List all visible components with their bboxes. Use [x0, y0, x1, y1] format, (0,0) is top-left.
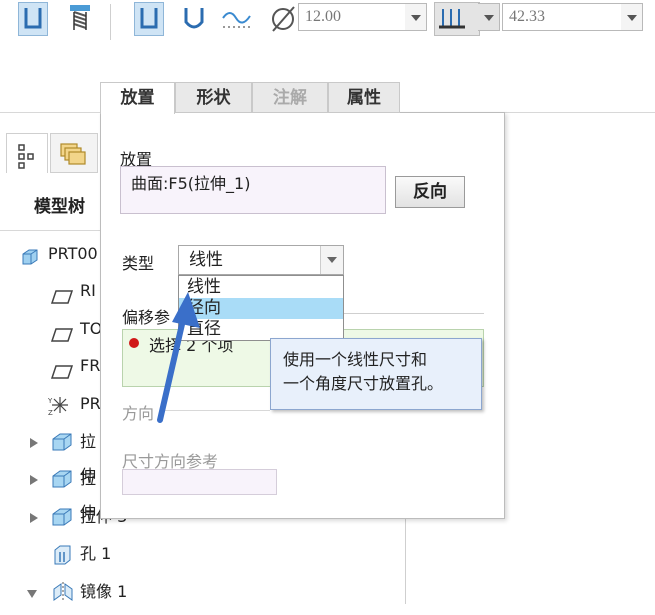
tab-shape[interactable]: 形状 [175, 82, 252, 113]
type-select[interactable]: 线性 [178, 245, 344, 275]
svg-text:Z: Z [48, 409, 53, 416]
depth-dropdown[interactable] [621, 3, 643, 31]
tab-properties[interactable]: 属性 [328, 82, 400, 113]
flip-button[interactable]: 反向 [395, 176, 465, 208]
tree-item-hole-1[interactable]: 孔 1 [0, 537, 160, 571]
csys-icon: YZ [47, 394, 72, 428]
diameter-input[interactable]: 12.00 [298, 3, 406, 31]
sketch-hole-icon[interactable] [220, 2, 251, 36]
chevron-down-icon[interactable] [320, 246, 343, 274]
expand-arrow-icon[interactable] [30, 438, 38, 448]
placement-reference-collector[interactable]: 曲面:F5(拉伸_1) [120, 166, 386, 214]
hole-icon [52, 544, 74, 578]
tree-item-root[interactable]: PRT00 [0, 237, 100, 271]
svg-text:Y: Y [48, 397, 53, 405]
divider [0, 230, 100, 231]
depth-option-dropdown[interactable] [478, 3, 500, 31]
tab-placement[interactable]: 放置 [100, 82, 175, 114]
depth-icon[interactable] [434, 2, 480, 36]
expand-arrow-icon[interactable] [30, 475, 38, 485]
extrude-icon [50, 431, 74, 465]
model-tree-tab-label: 模型树 [34, 197, 85, 217]
tree-item-extrude-1[interactable]: 拉伸 [0, 425, 100, 485]
layer-tree-tab-icon[interactable] [50, 133, 98, 173]
tree-item-extrude-2[interactable]: 拉伸 [0, 462, 100, 522]
type-tooltip: 使用一个线性尺寸和 一个角度尺寸放置孔。 [270, 338, 482, 410]
tree-item-csys[interactable]: YZ PR [0, 387, 101, 421]
surface-reference-value: 曲面:F5(拉伸_1) [131, 174, 251, 193]
mirror-icon [50, 581, 76, 615]
model-tree-tab-icon[interactable] [6, 133, 48, 173]
required-dot-icon [129, 338, 139, 348]
expand-arrow-icon[interactable] [30, 513, 38, 523]
tooltip-line-2: 一个角度尺寸放置孔。 [283, 374, 444, 393]
dimension-reference-collector[interactable] [122, 469, 277, 495]
profile-hole-icon[interactable] [180, 2, 210, 36]
extrude-icon [50, 506, 74, 540]
type-label: 类型 [122, 254, 155, 273]
depth-input[interactable]: 42.33 [502, 3, 622, 31]
straight-hole-icon[interactable] [134, 2, 164, 36]
tab-notes[interactable]: 注解 [252, 82, 328, 113]
annotation-arrow-icon [157, 292, 200, 423]
tree-item-datum-front[interactable]: FR [0, 349, 100, 383]
tree-item-datum-top[interactable]: TO [0, 312, 102, 346]
type-selected-value: 线性 [189, 250, 223, 270]
diameter-dropdown[interactable] [405, 3, 427, 31]
standard-hole-icon[interactable] [66, 2, 96, 36]
collapse-arrow-icon[interactable] [27, 590, 37, 598]
toolbar-separator [110, 4, 111, 40]
diameter-icon [268, 4, 298, 34]
tree-item-datum-right[interactable]: RI [0, 274, 100, 308]
tooltip-line-1: 使用一个线性尺寸和 [283, 350, 428, 369]
simple-hole-icon[interactable] [18, 2, 48, 36]
extrude-icon [50, 468, 74, 502]
